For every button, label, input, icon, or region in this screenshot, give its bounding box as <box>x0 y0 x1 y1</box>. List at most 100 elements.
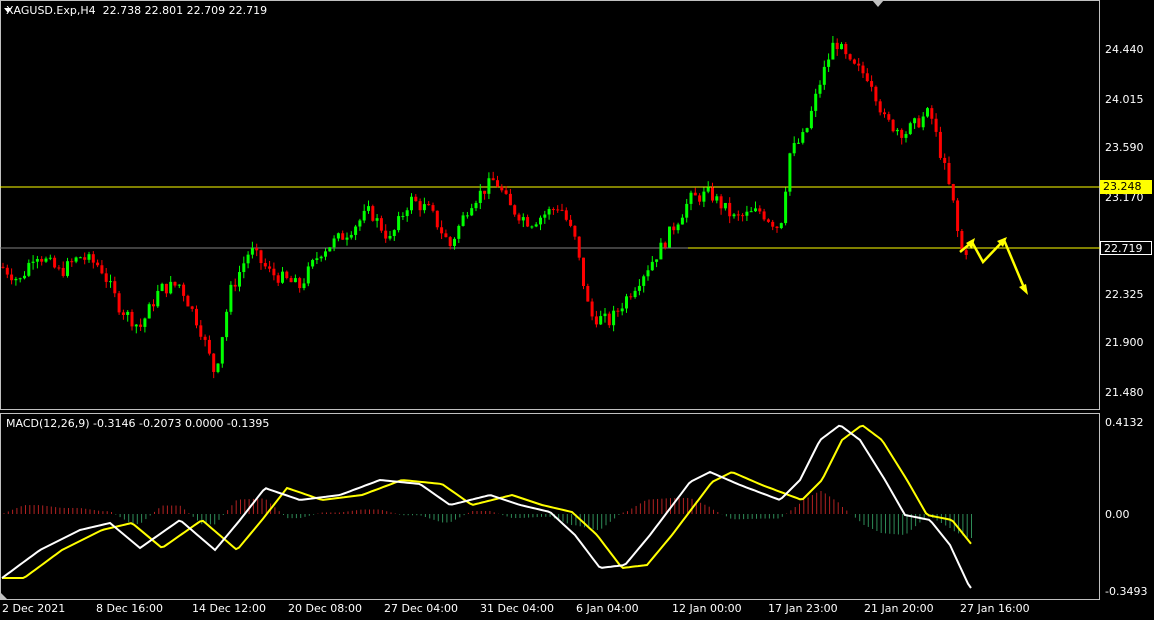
candle-body <box>526 217 530 227</box>
candle-body <box>852 59 856 64</box>
candle-body <box>27 262 31 276</box>
level-price-tag: 23.248 <box>1100 180 1152 194</box>
candle-body <box>117 293 121 313</box>
candle-body <box>289 278 293 283</box>
candle-body <box>741 215 745 217</box>
candle-body <box>672 226 676 231</box>
candle-body <box>629 296 633 298</box>
candle-body <box>926 108 929 117</box>
macd-panel[interactable] <box>0 413 1100 600</box>
candle-body <box>685 203 689 218</box>
candle-body <box>281 271 284 283</box>
candle-body <box>758 208 762 212</box>
candle-body <box>844 44 848 55</box>
macd-tick: 0.4132 <box>1105 416 1144 429</box>
candle-body <box>422 204 426 211</box>
candle-body <box>255 248 259 251</box>
candle-body <box>904 134 908 138</box>
candle-body <box>246 254 250 264</box>
candle-body <box>212 353 216 372</box>
candle-body <box>582 257 585 286</box>
candle-body <box>427 204 431 206</box>
candle-body <box>190 306 194 309</box>
candle-body <box>659 242 663 260</box>
candle-body <box>104 273 108 282</box>
candle-body <box>371 206 375 221</box>
price-frame <box>0 0 1100 410</box>
close-value: 22.719 <box>228 4 268 17</box>
candle-body <box>504 190 508 194</box>
candle-body <box>74 257 78 262</box>
candle-body <box>44 258 48 262</box>
candle-body <box>186 295 190 307</box>
candle-body <box>156 290 160 307</box>
candle-body <box>784 191 788 224</box>
price-tick: 21.900 <box>1105 336 1144 349</box>
time-tick: 6 Jan 04:00 <box>576 602 639 615</box>
candle-body <box>874 86 878 102</box>
candle-body <box>173 281 177 286</box>
candle-body <box>754 208 757 212</box>
candle-body <box>220 337 224 364</box>
candle-body <box>57 267 61 269</box>
candle-body <box>723 202 727 209</box>
candle-body <box>238 272 241 287</box>
candle-body <box>539 217 542 225</box>
candle-body <box>887 114 891 120</box>
candle-body <box>341 233 345 240</box>
candle-body <box>388 236 392 239</box>
price-panel[interactable] <box>0 0 1100 600</box>
current-price-tag: 22.719 <box>1100 241 1152 255</box>
time-tick: 12 Jan 00:00 <box>672 602 742 615</box>
candle-body <box>272 268 276 276</box>
candle-body <box>410 196 413 211</box>
candle-body <box>749 211 753 213</box>
candle-body <box>930 108 934 119</box>
candle-body <box>96 262 100 266</box>
candle-body <box>861 65 865 74</box>
candle-body <box>405 210 409 217</box>
candle-body <box>315 258 319 261</box>
candle-body <box>242 263 246 273</box>
candle-body <box>883 112 886 115</box>
high-value: 22.801 <box>144 4 184 17</box>
candle-body <box>203 336 207 340</box>
candle-body <box>551 209 555 211</box>
candle-body <box>306 266 310 284</box>
candle-body <box>960 231 964 251</box>
time-tick: 8 Dec 16:00 <box>96 602 163 615</box>
open-value: 22.738 <box>102 4 142 17</box>
candle-body <box>362 210 366 221</box>
candle-body <box>947 162 951 184</box>
price-tick: 22.325 <box>1105 288 1144 301</box>
candle-body <box>569 219 573 226</box>
candle-body <box>285 271 289 279</box>
candle-body <box>379 218 383 231</box>
candle-body <box>18 278 22 280</box>
candle-body <box>848 54 852 60</box>
candle-body <box>762 211 766 220</box>
candle-body <box>728 202 732 217</box>
time-tick: 27 Jan 16:00 <box>960 602 1030 615</box>
chart-canvas[interactable] <box>0 0 1154 620</box>
candle-body <box>293 278 297 283</box>
macd-tick: 0.00 <box>1105 508 1130 521</box>
candle-body <box>418 201 422 211</box>
candle-body <box>431 205 435 211</box>
candle-body <box>414 196 418 202</box>
candle-body <box>375 218 379 221</box>
candle-body <box>620 308 624 312</box>
price-tick: 23.590 <box>1105 141 1144 154</box>
candle-body <box>642 276 646 286</box>
candle-body <box>964 250 968 255</box>
candle-body <box>500 186 504 191</box>
candle-body <box>113 281 117 294</box>
candle-body <box>134 324 138 327</box>
candle-body <box>453 238 456 246</box>
time-tick: 31 Dec 04:00 <box>480 602 554 615</box>
candle-body <box>397 216 401 231</box>
candle-body <box>491 178 495 181</box>
candle-body <box>177 284 181 286</box>
candle-body <box>655 259 659 262</box>
candle-body <box>646 270 650 277</box>
